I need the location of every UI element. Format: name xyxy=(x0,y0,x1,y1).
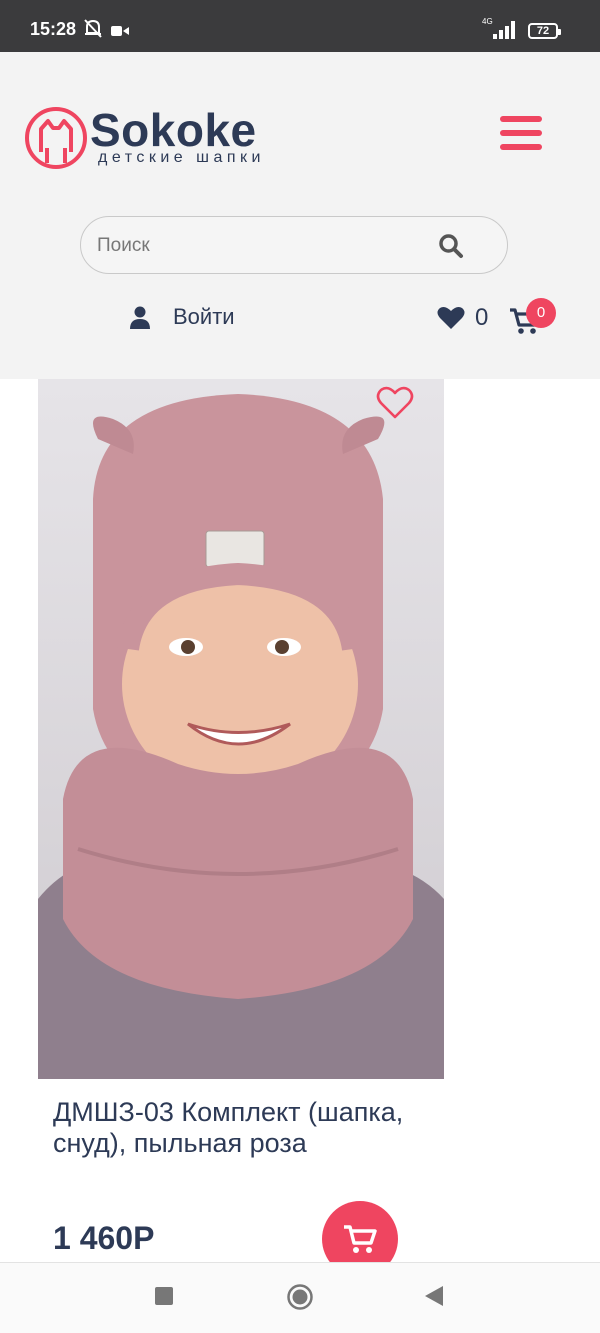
wishlist-count: 0 xyxy=(475,304,489,331)
login-label: Войти xyxy=(173,304,235,329)
status-time: 15:28 xyxy=(30,19,77,39)
favorite-heart-icon[interactable] xyxy=(376,386,414,425)
cat-logo-icon[interactable] xyxy=(24,106,88,175)
logo-name[interactable]: Sokoke xyxy=(90,107,257,153)
network-type: 4G xyxy=(482,17,493,26)
product-image[interactable] xyxy=(38,379,444,1079)
cart-count-badge: 0 xyxy=(526,298,556,328)
product-title[interactable]: ДМШЗ-03 Комплект (шапка, снуд), пыльная … xyxy=(53,1097,413,1159)
search-icon[interactable] xyxy=(438,233,464,264)
mute-icon xyxy=(82,17,104,44)
menu-button[interactable] xyxy=(500,116,542,150)
battery-icon: 72 xyxy=(528,23,561,39)
product-price: 1 460Р xyxy=(53,1220,155,1256)
signal-icon xyxy=(493,21,519,44)
site-header: Sokoke детские шапки Войти 0 xyxy=(0,52,600,379)
recent-apps-button[interactable] xyxy=(155,1287,173,1305)
user-icon xyxy=(130,306,150,335)
status-bar: 15:28 4G 72 xyxy=(0,0,600,52)
system-nav-bar xyxy=(0,1262,600,1333)
search-box xyxy=(80,216,508,274)
heart-icon xyxy=(437,306,465,335)
video-icon xyxy=(111,24,129,42)
home-button[interactable] xyxy=(286,1283,314,1316)
cart-icon xyxy=(344,1225,377,1253)
logo-tagline: детские шапки xyxy=(98,149,265,166)
cart-link[interactable]: 0 xyxy=(510,298,560,342)
back-button[interactable] xyxy=(424,1285,444,1312)
search-input[interactable] xyxy=(95,227,429,265)
